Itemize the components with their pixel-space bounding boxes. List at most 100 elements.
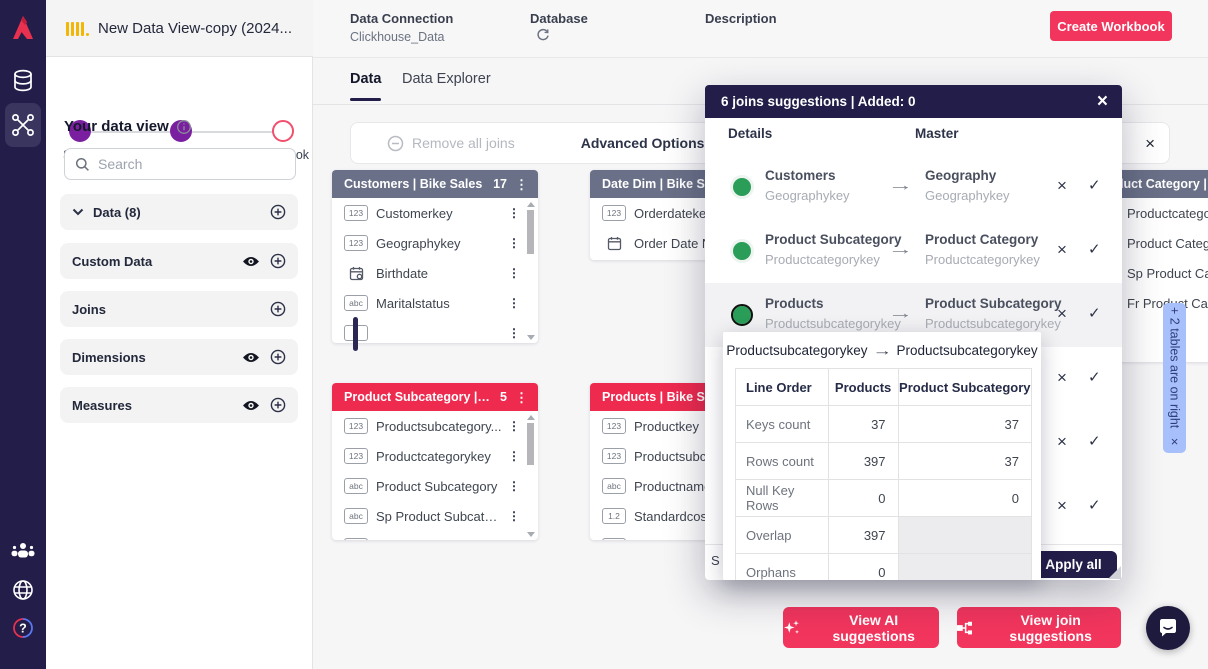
plus-circle-icon[interactable] bbox=[270, 253, 286, 269]
apply-all-button[interactable]: Apply all bbox=[1030, 551, 1117, 578]
col-header-line-order: Line Order bbox=[736, 369, 829, 406]
field-row[interactable]: abc Sp Product Subcateg... ⋮ bbox=[332, 501, 538, 531]
plus-circle-icon[interactable] bbox=[270, 301, 286, 317]
field-row[interactable]: 123 Geographykey ⋮ bbox=[332, 228, 538, 258]
table-card-header[interactable]: Customers | Bike Sales 17 ⋮ bbox=[332, 170, 538, 198]
eye-icon[interactable] bbox=[242, 255, 260, 268]
chat-launcher-button[interactable] bbox=[1146, 606, 1190, 650]
kebab-menu-icon[interactable]: ⋮ bbox=[508, 236, 520, 250]
tab-data[interactable]: Data bbox=[350, 71, 381, 87]
eye-icon[interactable] bbox=[242, 351, 260, 364]
kebab-menu-icon[interactable]: ⋮ bbox=[508, 296, 520, 310]
reject-join-button[interactable]: × bbox=[1057, 496, 1067, 516]
rail-item-locale[interactable] bbox=[0, 576, 46, 604]
advanced-options-dropdown[interactable]: Advanced Options bbox=[581, 135, 719, 151]
kebab-menu-icon[interactable]: ⋮ bbox=[508, 206, 520, 220]
close-icon[interactable]: × bbox=[1171, 434, 1179, 449]
rail-item-users[interactable] bbox=[0, 538, 46, 564]
sidebar-item-dimensions[interactable]: Dimensions bbox=[60, 339, 298, 375]
join-stats-tooltip: Productsubcategorykey → Productsubcatego… bbox=[723, 332, 1041, 580]
kebab-menu-icon[interactable]: ⋮ bbox=[508, 479, 520, 493]
scroll-down-icon[interactable] bbox=[527, 532, 535, 537]
accept-join-button[interactable]: ✓ bbox=[1088, 432, 1101, 450]
accept-join-button[interactable]: ✓ bbox=[1088, 304, 1101, 322]
your-data-view-label: Your data view bbox=[64, 118, 169, 135]
join-status-dot-selected[interactable] bbox=[733, 306, 751, 324]
scrollbar-thumb[interactable] bbox=[527, 210, 534, 254]
accept-join-button[interactable]: ✓ bbox=[1088, 176, 1101, 194]
plus-circle-icon[interactable] bbox=[270, 397, 286, 413]
field-row-partial[interactable] bbox=[332, 531, 538, 540]
kebab-menu-icon[interactable]: ⋮ bbox=[515, 391, 528, 404]
modal-close-button[interactable]: × bbox=[1097, 92, 1108, 111]
sidebar-item-measures[interactable]: Measures bbox=[60, 387, 298, 423]
reject-join-button[interactable]: × bbox=[1057, 240, 1067, 260]
accept-join-button[interactable]: ✓ bbox=[1088, 496, 1101, 514]
field-row[interactable]: abc Maritalstatus ⋮ bbox=[332, 288, 538, 318]
card-scrollbar[interactable] bbox=[526, 415, 535, 537]
sidebar-item-data[interactable]: Data (8) bbox=[60, 194, 298, 230]
modal-header[interactable]: 6 joins suggestions | Added: 0 × bbox=[705, 85, 1122, 118]
card-scrollbar[interactable] bbox=[526, 202, 535, 340]
reject-join-button[interactable]: × bbox=[1057, 304, 1067, 324]
modal-title: 6 joins suggestions | Added: 0 bbox=[721, 94, 916, 109]
plus-circle-icon[interactable] bbox=[270, 204, 286, 220]
step-workbook-circle[interactable] bbox=[272, 120, 294, 142]
reject-join-button[interactable]: × bbox=[1057, 176, 1067, 196]
scroll-up-icon[interactable] bbox=[527, 202, 535, 207]
table-card-header[interactable]: Product Subcategory | Bike Sales 5 ⋮ bbox=[332, 383, 538, 411]
reject-join-button[interactable]: × bbox=[1057, 432, 1067, 452]
accept-join-button[interactable]: ✓ bbox=[1088, 368, 1101, 386]
table-title: Product Subcategory | Bike Sales bbox=[344, 390, 492, 404]
chevron-down-icon[interactable] bbox=[72, 208, 84, 216]
scroll-up-icon[interactable] bbox=[527, 415, 535, 420]
refresh-icon[interactable] bbox=[536, 28, 550, 42]
view-join-suggestions-button[interactable]: View join suggestions bbox=[957, 607, 1121, 648]
plus-circle-icon[interactable] bbox=[270, 349, 286, 365]
join-suggestion-row[interactable]: Product Subcategory Productcategorykey →… bbox=[705, 219, 1122, 283]
field-type-icon bbox=[344, 538, 368, 540]
kebab-menu-icon[interactable]: ⋮ bbox=[515, 178, 528, 191]
create-workbook-button[interactable]: Create Workbook bbox=[1050, 11, 1172, 41]
view-ai-suggestions-button[interactable]: View AI suggestions bbox=[783, 607, 939, 648]
sidebar-scrollbar[interactable] bbox=[353, 317, 358, 351]
view-join-suggestions-label: View join suggestions bbox=[980, 612, 1121, 644]
rail-item-database[interactable] bbox=[0, 66, 46, 96]
sidebar-item-custom-data[interactable]: Custom Data bbox=[60, 243, 298, 279]
toolbar-close-button[interactable]: × bbox=[1145, 123, 1155, 165]
accept-join-button[interactable]: ✓ bbox=[1088, 240, 1101, 258]
kebab-menu-icon[interactable]: ⋮ bbox=[508, 449, 520, 463]
tables-on-right-notice[interactable]: + 2 tables are on right × bbox=[1163, 303, 1186, 453]
scroll-down-icon[interactable] bbox=[527, 335, 535, 340]
table-card-customers[interactable]: Customers | Bike Sales 17 ⋮ 123 Customer… bbox=[332, 170, 538, 343]
kebab-menu-icon[interactable]: ⋮ bbox=[508, 326, 520, 340]
search-box[interactable] bbox=[64, 148, 296, 180]
scrollbar-thumb[interactable] bbox=[527, 423, 534, 465]
field-row[interactable]: 123 Customerkey ⋮ bbox=[332, 198, 538, 228]
rail-item-data-model[interactable] bbox=[0, 108, 46, 142]
info-icon[interactable] bbox=[176, 119, 192, 135]
field-row[interactable]: 123 Productcategorykey ⋮ bbox=[332, 441, 538, 471]
skip-all-button[interactable]: S bbox=[711, 553, 720, 568]
table-card-product-subcategory[interactable]: Product Subcategory | Bike Sales 5 ⋮ 123… bbox=[332, 383, 538, 540]
search-input[interactable] bbox=[98, 156, 268, 172]
reject-join-button[interactable]: × bbox=[1057, 368, 1067, 388]
join-arrow-icon: → bbox=[888, 177, 914, 194]
eye-icon[interactable] bbox=[242, 399, 260, 412]
field-row[interactable]: abc Product Subcategory ⋮ bbox=[332, 471, 538, 501]
sidebar-item-joins[interactable]: Joins bbox=[60, 291, 298, 327]
kebab-menu-icon[interactable]: ⋮ bbox=[508, 509, 520, 523]
join-suggestion-row[interactable]: Customers Geographykey → Geography Geogr… bbox=[705, 155, 1122, 219]
tab-data-explorer[interactable]: Data Explorer bbox=[402, 71, 491, 87]
kebab-menu-icon[interactable]: ⋮ bbox=[508, 266, 520, 280]
left-rail: ? bbox=[0, 0, 46, 669]
field-row-partial[interactable]: ⋮ bbox=[332, 318, 538, 343]
master-table-name: Geography bbox=[925, 168, 996, 183]
kebab-menu-icon[interactable]: ⋮ bbox=[508, 419, 520, 433]
modal-resize-handle[interactable] bbox=[1108, 566, 1121, 579]
remove-all-joins-button[interactable]: Remove all joins bbox=[387, 135, 515, 152]
field-row[interactable]: Birthdate ⋮ bbox=[332, 258, 538, 288]
rail-item-help[interactable]: ? bbox=[0, 614, 46, 642]
app-logo[interactable] bbox=[0, 10, 46, 44]
field-row[interactable]: 123 Productsubcategory... ⋮ bbox=[332, 411, 538, 441]
